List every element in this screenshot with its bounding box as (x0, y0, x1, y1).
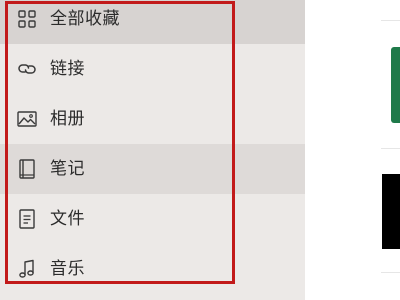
divider (381, 20, 400, 21)
divider (381, 148, 400, 149)
sidebar-item-label: 笔记 (50, 158, 85, 179)
image-icon (16, 108, 38, 130)
content-thumbnail-green[interactable] (391, 47, 400, 123)
sidebar-item-label: 文件 (50, 208, 85, 229)
sidebar-item-all-favorites[interactable]: 全部收藏 (0, 0, 305, 44)
sidebar-item-albums[interactable]: 相册 (0, 94, 305, 144)
file-icon (16, 208, 38, 230)
sidebar-item-label: 全部收藏 (50, 8, 120, 29)
sidebar-item-notes[interactable]: 笔记 (0, 144, 305, 194)
sidebar-item-label: 链接 (50, 58, 85, 79)
music-icon (16, 258, 38, 280)
sidebar-nav-list: 全部收藏 链接 相册 笔记 文件 音乐 (0, 0, 305, 294)
divider (381, 272, 400, 273)
notebook-icon (16, 158, 38, 180)
sidebar-item-links[interactable]: 链接 (0, 44, 305, 94)
content-thumbnail-black[interactable] (382, 174, 400, 249)
sidebar-item-label: 相册 (50, 108, 85, 129)
grid-icon (16, 8, 38, 30)
sidebar: 全部收藏 链接 相册 笔记 文件 音乐 (0, 0, 305, 300)
sidebar-item-label: 音乐 (50, 258, 85, 279)
main-content (305, 0, 400, 300)
sidebar-item-music[interactable]: 音乐 (0, 244, 305, 294)
link-icon (16, 58, 38, 80)
sidebar-item-files[interactable]: 文件 (0, 194, 305, 244)
